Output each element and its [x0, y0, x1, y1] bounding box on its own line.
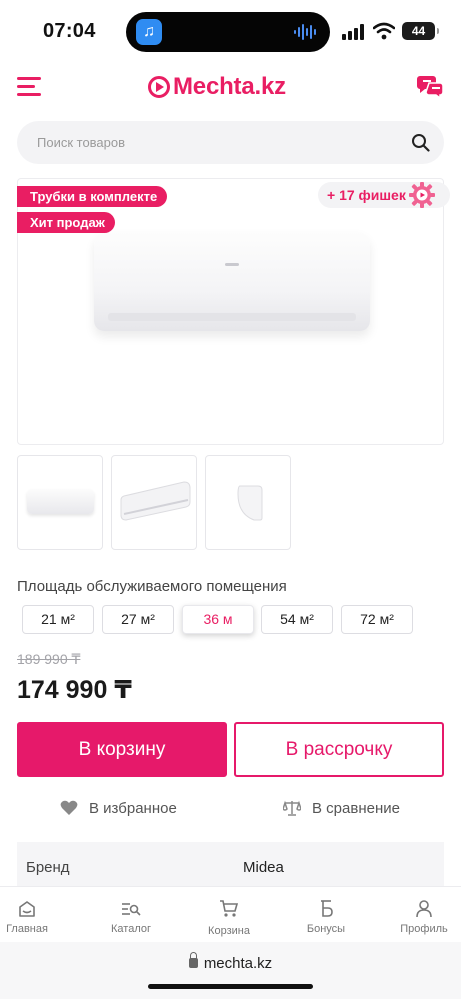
- url-display[interactable]: mechta.kz: [0, 952, 461, 972]
- heart-icon: [60, 800, 78, 815]
- badge-bestseller: Хит продаж: [17, 212, 115, 233]
- thumbnail-image: [237, 485, 263, 521]
- music-app-icon: ♫: [136, 19, 162, 45]
- compare-label: В сравнение: [312, 799, 400, 817]
- lock-icon: [188, 952, 198, 968]
- nav-catalog[interactable]: Каталог: [91, 887, 171, 943]
- dynamic-island: ♫: [126, 12, 330, 52]
- thumbnail-front[interactable]: [17, 455, 103, 550]
- nav-profile-label: Профиль: [400, 923, 448, 935]
- home-indicator[interactable]: [148, 984, 313, 989]
- nav-cart[interactable]: Корзина: [189, 887, 269, 943]
- area-label: Площадь обслуживаемого помещения: [17, 578, 287, 595]
- area-option-36[interactable]: 36 м: [182, 605, 254, 634]
- nav-bonus-label: Бонусы: [306, 923, 346, 935]
- installment-button[interactable]: В рассрочку: [234, 722, 444, 777]
- chat-icon[interactable]: [416, 73, 444, 99]
- wifi-icon: [373, 22, 395, 40]
- nav-profile[interactable]: Профиль: [384, 887, 461, 943]
- status-time: 07:04: [43, 20, 96, 42]
- nav-cart-label: Корзина: [208, 925, 250, 937]
- badge-tubes-included: Трубки в комплекте: [17, 186, 168, 207]
- air-conditioner-image: [94, 231, 370, 331]
- cart-icon: [220, 900, 239, 917]
- status-bar: 07:04 ♫ 44: [0, 0, 461, 62]
- nav-catalog-label: Каталог: [111, 923, 151, 935]
- site-logo[interactable]: Mechta.kz: [148, 71, 286, 103]
- area-option-21[interactable]: 21 м²: [22, 605, 94, 634]
- spec-value: Midea: [243, 859, 284, 876]
- url-text: mechta.kz: [203, 955, 273, 972]
- old-price: 189 990 ₸: [17, 651, 81, 667]
- battery-indicator: 44: [402, 22, 439, 40]
- audio-wave-icon: [294, 24, 316, 40]
- profile-icon: [416, 900, 432, 918]
- spec-row: Бренд Midea: [17, 842, 444, 892]
- favorites-label: В избранное: [89, 799, 177, 817]
- thumbnail-image: [27, 489, 94, 514]
- search-input[interactable]: [37, 121, 397, 164]
- add-to-compare[interactable]: В сравнение: [283, 796, 400, 820]
- logo-play-icon: [148, 76, 170, 98]
- thumbnail-side[interactable]: [205, 455, 291, 550]
- search-bar[interactable]: [17, 121, 444, 164]
- features-gear-icon[interactable]: [409, 182, 435, 208]
- add-to-cart-button[interactable]: В корзину: [17, 722, 227, 777]
- spec-key: Бренд: [26, 859, 70, 876]
- current-price: 174 990 ₸: [17, 676, 132, 704]
- menu-icon[interactable]: [17, 77, 41, 97]
- cellular-signal-icon: [342, 24, 364, 40]
- nav-home[interactable]: Главная: [0, 887, 67, 943]
- nav-home-label: Главная: [6, 923, 48, 935]
- brand-mark: [225, 263, 239, 266]
- search-icon[interactable]: [411, 133, 430, 152]
- area-option-54[interactable]: 54 м²: [261, 605, 333, 634]
- nav-bonus[interactable]: Бонусы: [286, 887, 366, 943]
- logo-text: Mechta.kz: [173, 73, 286, 100]
- area-option-27[interactable]: 27 м²: [102, 605, 174, 634]
- thumbnail-image: [120, 481, 191, 521]
- scales-icon: [283, 800, 301, 816]
- catalog-icon: [122, 903, 141, 916]
- bottom-navigation: Главная Каталог Корзина Бонусы Профиль: [0, 886, 461, 942]
- bonus-icon: [321, 900, 333, 917]
- browser-address-bar[interactable]: mechta.kz: [0, 942, 461, 999]
- home-icon: [19, 901, 35, 917]
- thumbnail-angle[interactable]: [111, 455, 197, 550]
- add-to-favorites[interactable]: В избранное: [60, 796, 177, 820]
- area-option-72[interactable]: 72 м²: [341, 605, 413, 634]
